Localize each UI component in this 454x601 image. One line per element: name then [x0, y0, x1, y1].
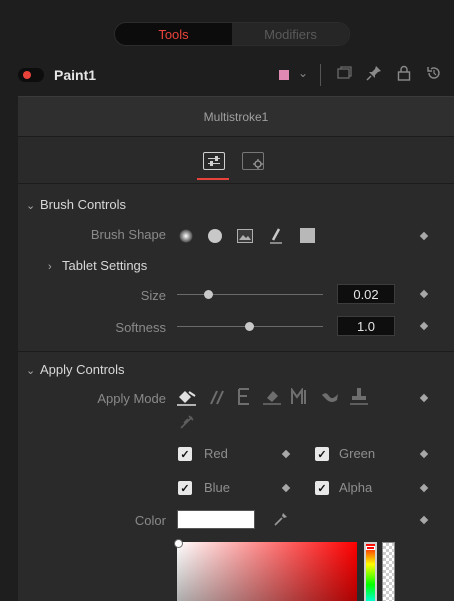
node-name: Paint1	[54, 67, 97, 83]
chevron-down-icon: ⌄	[26, 200, 36, 212]
chevron-right-icon: ›	[48, 261, 52, 273]
merge-apply-icon[interactable]	[290, 386, 312, 408]
smear-apply-icon[interactable]	[320, 389, 340, 408]
tab-modifiers[interactable]: Modifiers	[232, 23, 349, 45]
blue-checkbox[interactable]: ✓	[178, 481, 192, 495]
control-subtabs	[18, 138, 454, 184]
inspector-panel: Multistroke1 ⌄ Brush Controls Brush Shape…	[18, 96, 454, 601]
keyframe-diamond[interactable]	[419, 289, 429, 299]
node-header: Paint1 ⌄	[0, 60, 454, 90]
node-color-icon[interactable]	[279, 70, 289, 80]
keyframe-diamond[interactable]	[281, 449, 291, 459]
alpha-slider[interactable]	[382, 542, 395, 601]
stamp-apply-icon[interactable]	[349, 387, 369, 408]
single-pixel-brush-icon[interactable]	[269, 228, 283, 247]
softness-input[interactable]: 1.0	[337, 316, 395, 336]
square-brush-icon[interactable]	[300, 228, 316, 247]
blue-label: Blue	[204, 480, 231, 495]
brush-controls-header[interactable]: ⌄ Brush Controls	[26, 197, 126, 212]
circle-brush-icon[interactable]	[207, 229, 223, 248]
red-label: Red	[204, 446, 228, 461]
clone-apply-icon[interactable]	[207, 389, 227, 408]
color-swatch[interactable]	[177, 510, 255, 529]
erase-apply-icon[interactable]	[262, 388, 282, 408]
keyframe-diamond[interactable]	[419, 393, 429, 403]
size-input[interactable]: 0.02	[337, 284, 395, 304]
pin-icon[interactable]	[366, 65, 382, 84]
softness-slider-knob[interactable]	[245, 322, 254, 331]
controls-tab-icon[interactable]	[203, 152, 225, 170]
alpha-checkbox[interactable]: ✓	[315, 481, 329, 495]
section-divider	[18, 351, 454, 352]
green-checkbox[interactable]: ✓	[315, 447, 329, 461]
size-slider-knob[interactable]	[204, 290, 213, 299]
apply-controls-header[interactable]: ⌄ Apply Controls	[26, 362, 125, 377]
chevron-down-icon[interactable]: ⌄	[298, 66, 308, 80]
green-label: Green	[339, 446, 376, 461]
keyframe-diamond[interactable]	[419, 321, 429, 331]
red-checkbox[interactable]: ✓	[178, 447, 192, 461]
keyframe-diamond[interactable]	[419, 231, 429, 241]
color-label: Color	[134, 513, 166, 528]
soft-brush-icon[interactable]	[179, 229, 193, 246]
panel-tabs: Tools Modifiers	[114, 22, 350, 46]
keyframe-diamond[interactable]	[419, 449, 429, 459]
alpha-label: Alpha	[339, 480, 373, 495]
modifier-title: Multistroke1	[18, 97, 454, 137]
keyframe-diamond[interactable]	[281, 483, 291, 493]
reset-icon[interactable]	[426, 65, 442, 84]
color-picker-field[interactable]	[174, 539, 357, 601]
node-enable-toggle[interactable]	[18, 68, 44, 82]
active-subtab-underline	[197, 178, 229, 180]
size-label: Size	[140, 288, 166, 303]
version-icon[interactable]	[336, 65, 352, 84]
lock-icon[interactable]	[397, 65, 411, 84]
eyedropper-icon[interactable]	[272, 510, 290, 531]
color-picker-cursor[interactable]	[174, 539, 183, 548]
softness-label: Softness	[115, 320, 166, 335]
hue-slider-marker[interactable]	[366, 546, 375, 550]
emboss-apply-icon[interactable]	[236, 388, 252, 408]
tab-tools[interactable]: Tools	[115, 23, 232, 45]
header-divider	[320, 64, 321, 86]
apply-mode-label: Apply Mode	[97, 391, 166, 406]
image-brush-icon[interactable]	[237, 229, 253, 246]
tablet-settings-header[interactable]: › Tablet Settings	[48, 258, 147, 273]
chevron-down-icon: ⌄	[26, 365, 36, 377]
settings-tab-icon[interactable]	[242, 152, 264, 170]
hue-slider[interactable]	[364, 542, 377, 601]
keyframe-diamond[interactable]	[419, 515, 429, 525]
brush-shape-label: Brush Shape	[90, 227, 166, 242]
keyframe-diamond[interactable]	[419, 483, 429, 493]
wire-apply-icon[interactable]	[179, 414, 195, 433]
size-slider-track[interactable]	[177, 294, 323, 295]
color-apply-icon[interactable]	[176, 388, 198, 409]
